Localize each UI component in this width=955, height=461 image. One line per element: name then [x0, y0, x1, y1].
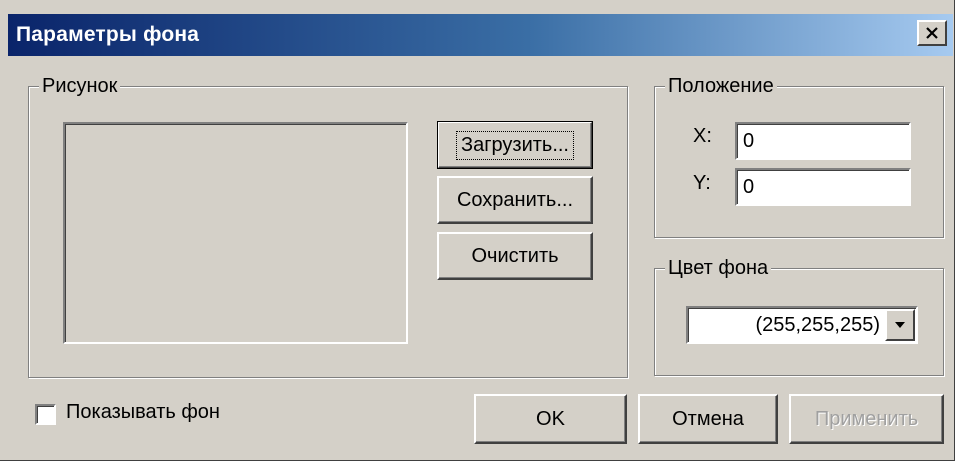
background-color-group-label: Цвет фона	[665, 255, 772, 281]
ok-button-label: OK	[536, 407, 565, 430]
background-color-select[interactable]: (255,255,255)	[686, 306, 918, 344]
background-color-value: (255,255,255)	[755, 314, 880, 336]
apply-button[interactable]: Применить	[789, 394, 944, 444]
x-coordinate-input[interactable]	[735, 122, 911, 160]
show-background-label: Показывать фон	[66, 401, 220, 423]
clear-button-label: Очистить	[471, 244, 559, 267]
close-button[interactable]	[917, 20, 947, 46]
clear-button[interactable]: Очистить	[437, 232, 593, 280]
show-background-checkbox[interactable]	[35, 404, 56, 425]
window-title: Параметры фона	[16, 23, 200, 46]
load-button-label: Загрузить...	[456, 130, 574, 160]
apply-button-label: Применить	[814, 407, 919, 430]
title-bar[interactable]: Параметры фона	[8, 14, 953, 56]
picture-preview	[63, 122, 408, 344]
x-label: X:	[693, 125, 712, 147]
picture-group-label: Рисунок	[39, 73, 121, 99]
dropdown-button[interactable]	[885, 309, 915, 341]
position-group: Положение	[654, 73, 944, 238]
load-button[interactable]: Загрузить...	[437, 121, 593, 169]
save-button[interactable]: Сохранить...	[437, 176, 593, 224]
background-settings-dialog: Параметры фона Рисунок Загрузить... Сохр…	[0, 0, 955, 461]
position-group-label: Положение	[665, 73, 777, 99]
cancel-button-label: Отмена	[672, 407, 744, 430]
y-coordinate-input[interactable]	[735, 168, 911, 206]
save-button-label: Сохранить...	[456, 188, 574, 211]
cancel-button[interactable]: Отмена	[638, 394, 778, 444]
chevron-down-icon	[895, 322, 905, 328]
close-icon	[926, 27, 938, 39]
y-label: Y:	[693, 172, 711, 194]
ok-button[interactable]: OK	[474, 394, 627, 444]
